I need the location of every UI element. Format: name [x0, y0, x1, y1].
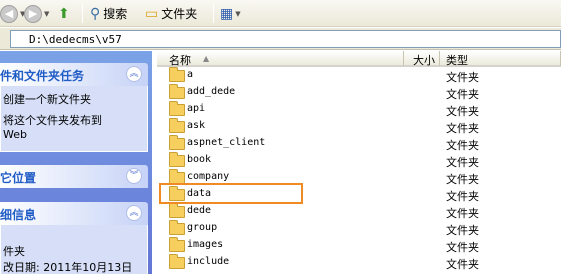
- file-tasks-body: 创建一个新文件夹 将这个文件夹发布到 Web: [0, 86, 148, 152]
- list-item[interactable]: api 文件夹: [157, 101, 561, 118]
- toolbar: ◀ ▼ ▶ ▼ ⬆ ⚲ 搜索 ▭ 文件夹 ▦ ▼: [0, 0, 561, 27]
- file-type: 文件夹: [446, 122, 479, 135]
- folder-icon: [169, 101, 185, 116]
- file-type: 文件夹: [446, 71, 479, 84]
- task-new-folder[interactable]: 创建一个新文件夹: [3, 93, 91, 107]
- toolbar-separator: [82, 4, 83, 23]
- folder-icon: [169, 220, 185, 235]
- task-pane: 件和文件夹任务 ︽ 创建一个新文件夹 将这个文件夹发布到 Web 它位置 ︾ 细…: [0, 51, 152, 274]
- address-path: D:\dedecms\v57: [29, 33, 122, 46]
- details-folder-type: 件夹: [3, 245, 25, 258]
- collapse-icon[interactable]: ︽: [126, 66, 142, 82]
- up-folder-button[interactable]: ⬆: [58, 3, 70, 24]
- other-places-header[interactable]: 它位置 ︾: [0, 165, 148, 188]
- file-type: 文件夹: [446, 190, 479, 203]
- column-header-type[interactable]: 类型: [440, 51, 561, 67]
- folder-icon: [169, 67, 185, 82]
- views-button[interactable]: ▦ ▼: [220, 3, 241, 24]
- folder-icon: [169, 203, 185, 218]
- file-type: 文件夹: [446, 241, 479, 254]
- file-name: dede: [187, 205, 212, 216]
- details-body: 件夹 改日期: 2011年10月13日: [0, 225, 148, 274]
- file-name: images: [187, 239, 224, 250]
- folder-icon: [169, 237, 185, 252]
- folder-icon: [169, 135, 185, 150]
- file-type: 文件夹: [446, 156, 479, 169]
- chevron-down-icon[interactable]: ▼: [44, 10, 49, 18]
- task-publish-web[interactable]: Web: [3, 128, 27, 142]
- search-label: 搜索: [103, 7, 128, 21]
- folders-icon: ▭: [145, 5, 159, 22]
- folders-button[interactable]: ▭ 文件夹: [145, 3, 197, 24]
- list-item[interactable]: add_dede 文件夹: [157, 84, 561, 101]
- file-tasks-header[interactable]: 件和文件夹任务 ︽: [0, 63, 148, 86]
- column-size-label: 大小: [413, 54, 435, 67]
- folder-icon: [169, 152, 185, 167]
- collapse-icon[interactable]: ︽: [126, 205, 142, 221]
- file-type: 文件夹: [446, 139, 479, 152]
- address-input[interactable]: D:\dedecms\v57: [10, 30, 561, 48]
- column-header-size[interactable]: 大小: [404, 51, 440, 67]
- back-button[interactable]: ◀ ▼: [0, 3, 25, 24]
- column-header-name[interactable]: 名称 ▲: [157, 51, 404, 67]
- folders-label: 文件夹: [161, 7, 198, 21]
- file-type: 文件夹: [446, 173, 479, 186]
- list-item[interactable]: a 文件夹: [157, 67, 561, 84]
- search-icon: ⚲: [90, 5, 101, 22]
- up-folder-icon: ⬆: [58, 5, 70, 22]
- file-type: 文件夹: [446, 88, 479, 101]
- back-icon: ◀: [0, 4, 18, 23]
- column-type-label: 类型: [446, 54, 468, 67]
- list-item[interactable]: include 文件夹: [157, 254, 561, 271]
- list-item[interactable]: dede 文件夹: [157, 203, 561, 220]
- file-type: 文件夹: [446, 207, 479, 220]
- file-list: 名称 ▲ 大小 类型 a 文件夹 add_dede 文件夹 api 文件夹 ask 文件夹 as…: [157, 51, 561, 274]
- chevron-down-icon[interactable]: ▼: [235, 10, 240, 18]
- file-type: 文件夹: [446, 105, 479, 118]
- file-type: 文件夹: [446, 258, 479, 271]
- folder-icon: [169, 254, 185, 269]
- file-name: include: [187, 256, 230, 267]
- expand-icon[interactable]: ︾: [126, 168, 142, 184]
- list-item[interactable]: book 文件夹: [157, 152, 561, 169]
- highlight-box: [159, 183, 303, 204]
- forward-icon: ▶: [24, 4, 42, 23]
- list-item[interactable]: images 文件夹: [157, 237, 561, 254]
- file-name: company: [187, 171, 230, 182]
- details-title: 细信息: [0, 208, 37, 222]
- search-button[interactable]: ⚲ 搜索: [90, 3, 127, 24]
- sort-arrow-icon: ▲: [203, 54, 210, 63]
- file-name: ask: [187, 120, 206, 131]
- file-name: group: [187, 222, 218, 233]
- task-publish-folder[interactable]: 将这个文件夹发布到: [3, 114, 102, 128]
- folder-icon: [169, 84, 185, 99]
- file-name: a: [187, 69, 194, 80]
- forward-button[interactable]: ▶ ▼: [24, 3, 49, 24]
- other-places-title: 它位置: [0, 171, 37, 185]
- details-header[interactable]: 细信息 ︽: [0, 202, 148, 225]
- file-name: add_dede: [187, 86, 236, 97]
- address-bar: D:\dedecms\v57: [0, 28, 561, 50]
- file-name: aspnet_client: [187, 137, 266, 148]
- list-item[interactable]: aspnet_client 文件夹: [157, 135, 561, 152]
- list-item[interactable]: group 文件夹: [157, 220, 561, 237]
- toolbar-separator: [213, 4, 214, 23]
- file-tasks-title: 件和文件夹任务: [0, 69, 85, 83]
- views-icon: ▦: [220, 5, 234, 22]
- file-name: book: [187, 154, 212, 165]
- list-item[interactable]: ask 文件夹: [157, 118, 561, 135]
- details-modified-date: 改日期: 2011年10月13日: [3, 261, 133, 274]
- folder-icon: [169, 118, 185, 133]
- file-name: api: [187, 103, 206, 114]
- file-type: 文件夹: [446, 224, 479, 237]
- column-name-label: 名称: [169, 54, 191, 67]
